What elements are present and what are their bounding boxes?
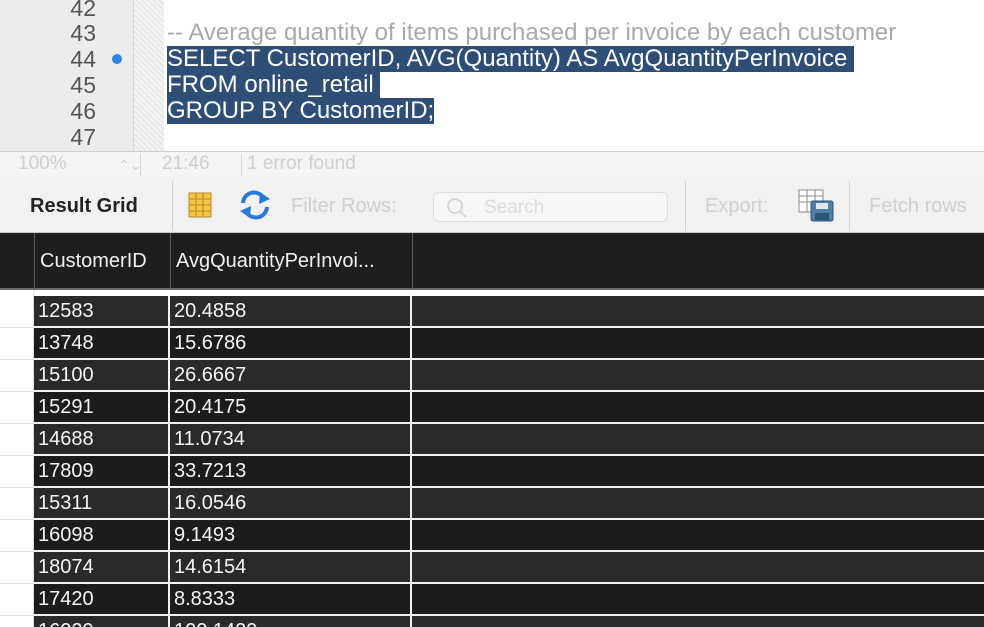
zoom-stepper-icon[interactable]: ⌃⌄ [118,152,141,178]
column-form-view-icon[interactable] [186,191,214,224]
editor-line[interactable]: 46 GROUP BY CustomerID; [0,98,984,124]
cell-avgquantity[interactable]: 33.7213 [170,456,412,486]
cell-avgquantity[interactable]: 100.1429 [170,616,412,627]
row-selector[interactable] [0,488,34,520]
search-icon [447,198,467,218]
cell-avgquantity[interactable]: 8.8333 [170,584,412,614]
table-row[interactable]: 15291 20.4175 [34,392,984,424]
divider [172,181,173,231]
sql-select-clause: SELECT CustomerID, AVG(Quantity) AS AvgQ… [167,45,854,72]
cell-avgquantity[interactable]: 20.4858 [170,296,412,326]
row-selector[interactable] [0,584,34,616]
table-row[interactable]: 16098 9.1493 [34,520,984,552]
sql-group-by-clause: GROUP BY CustomerID; [167,97,435,124]
error-count[interactable]: 1 error found [247,152,356,178]
filter-search-input[interactable]: Search [433,192,668,222]
divider [140,154,141,176]
result-grid[interactable]: CustomerID AvgQuantityPerInvoi... 12583 2… [0,233,984,627]
cell-avgquantity[interactable]: 9.1493 [170,520,412,550]
row-selector-gutter[interactable] [0,292,34,627]
line-number: 43 [70,20,96,46]
result-grid-tab[interactable]: Result Grid [30,195,138,218]
line-number: 47 [70,124,96,150]
cell-customerid[interactable]: 16098 [34,520,170,550]
table-row[interactable]: 17420 8.8333 [34,584,984,616]
table-row[interactable]: 15100 26.6667 [34,360,984,392]
cell-customerid[interactable]: 15291 [34,392,170,422]
table-row[interactable]: 16029100.1429 [34,616,984,627]
cell-avgquantity[interactable]: 11.0734 [170,424,412,454]
cell-avgquantity[interactable]: 14.6154 [170,552,412,582]
export-label: Export: [705,195,769,217]
export-save-icon[interactable] [798,189,836,228]
table-row[interactable]: 14688 11.0734 [34,424,984,456]
cell-avgquantity[interactable]: 16.0546 [170,488,412,518]
divider [241,154,242,176]
row-selector[interactable] [0,296,34,328]
cell-customerid[interactable]: 15100 [34,360,170,390]
column-header-customerid[interactable]: CustomerID [34,233,170,290]
statement-marker-icon [112,54,122,64]
cell-customerid[interactable]: 13748 [34,328,170,358]
fetch-rows-label: Fetch rows [869,195,967,217]
sql-comment: -- Average quantity of items purchased p… [167,19,897,46]
cell-customerid[interactable]: 12583 [34,296,170,326]
grid-header: CustomerID AvgQuantityPerInvoi... [0,233,984,290]
cell-customerid[interactable]: 17420 [34,584,170,614]
sql-from-clause: FROM online_retail [167,71,381,98]
result-toolbar: Result Grid Filter Rows: Search Export: [0,177,984,233]
line-number: 42 [70,0,96,21]
row-selector[interactable] [0,424,34,456]
editor-line[interactable]: 43 -- Average quantity of items purchase… [0,19,984,47]
table-row[interactable]: 18074 14.6154 [34,552,984,584]
divider [685,181,686,231]
editor-line[interactable]: 44 SELECT CustomerID, AVG(Quantity) AS A… [0,46,984,72]
editor-status-bar: 100% ⌃⌄ 21:46 1 error found [0,151,984,177]
table-row[interactable]: 17809 33.7213 [34,456,984,488]
column-header-avgquantity[interactable]: AvgQuantityPerInvoi... [170,233,412,290]
editor-line[interactable]: 42 [0,0,984,21]
filter-rows-label: Filter Rows: [291,195,397,217]
column-header-empty [412,233,984,290]
table-row[interactable]: 12583 20.4858 [34,296,984,328]
zoom-level[interactable]: 100% [18,152,67,178]
cell-avgquantity[interactable]: 26.6667 [170,360,412,390]
row-selector[interactable] [0,456,34,488]
cell-customerid[interactable]: 17809 [34,456,170,486]
cell-customerid[interactable]: 15311 [34,488,170,518]
editor-line[interactable]: 47 [0,124,984,150]
refresh-icon[interactable] [238,189,272,226]
row-selector[interactable] [0,328,34,360]
cell-customerid[interactable]: 18074 [34,552,170,582]
row-selector[interactable] [0,520,34,552]
table-row[interactable]: 15311 16.0546 [34,488,984,520]
line-number: 45 [70,72,96,98]
cell-customerid[interactable]: 14688 [34,424,170,454]
line-number: 46 [70,98,96,124]
row-selector[interactable] [0,360,34,392]
divider [849,181,850,231]
sql-editor[interactable]: 42 43 -- Average quantity of items purch… [0,0,984,151]
cell-avgquantity[interactable]: 20.4175 [170,392,412,422]
line-number: 44 [70,46,96,72]
cell-customerid[interactable]: 16029 [34,616,170,627]
search-placeholder: Search [484,197,545,218]
row-selector[interactable] [0,552,34,584]
cursor-position: 21:46 [162,153,210,174]
row-selector[interactable] [0,392,34,424]
cell-avgquantity[interactable]: 15.6786 [170,328,412,358]
editor-line[interactable]: 45 FROM online_retail [0,72,984,98]
table-row[interactable]: 13748 15.6786 [34,328,984,360]
row-selector[interactable] [0,616,34,627]
